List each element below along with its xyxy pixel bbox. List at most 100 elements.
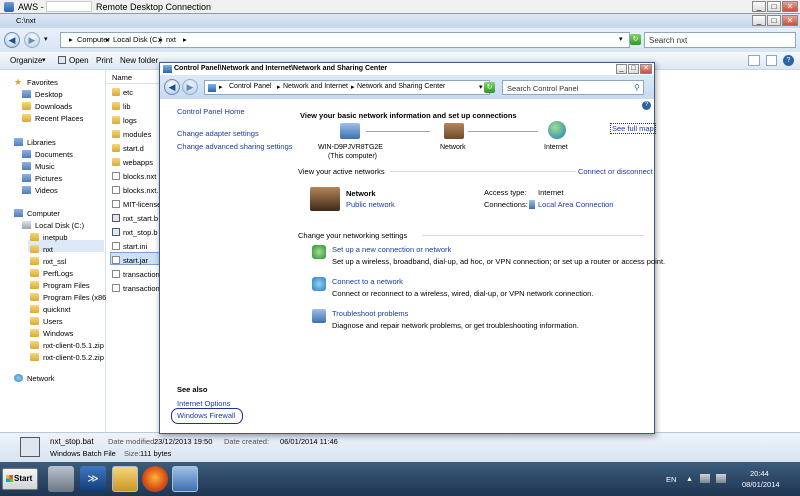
nav-folder-quicknxt[interactable]: quicknxt xyxy=(30,303,71,315)
nav-folder-nxt[interactable]: nxt xyxy=(30,243,53,255)
explorer-close-button[interactable]: ✕ xyxy=(782,15,798,26)
address-dropdown-icon[interactable]: ▾ xyxy=(619,35,623,43)
local-area-connection-link[interactable]: Local Area Connection xyxy=(538,200,613,209)
breadcrumb-local-disk[interactable]: Local Disk (C:) xyxy=(113,35,162,44)
powershell-icon[interactable]: ≫ xyxy=(80,466,106,492)
open-button[interactable]: Open xyxy=(69,56,89,65)
language-indicator[interactable]: EN xyxy=(666,475,676,484)
explorer-maximize-button[interactable]: □ xyxy=(767,15,781,26)
list-item[interactable]: transaction xyxy=(112,268,160,280)
file-explorer-taskbar-icon[interactable] xyxy=(112,466,138,492)
nav-pictures[interactable]: Pictures xyxy=(22,172,62,184)
explorer-minimize-button[interactable]: _ xyxy=(752,15,766,26)
list-item[interactable]: etc xyxy=(112,86,160,98)
control-panel-home-link[interactable]: Control Panel Home xyxy=(177,107,245,116)
help-icon[interactable]: ? xyxy=(783,55,794,66)
column-header-name[interactable]: Name xyxy=(106,70,160,84)
troubleshoot-problems-link[interactable]: Troubleshoot problems xyxy=(332,309,408,318)
print-button[interactable]: Print xyxy=(96,56,112,65)
setup-new-connection-link[interactable]: Set up a new connection or network xyxy=(332,245,451,254)
breadcrumb-computer[interactable]: Computer xyxy=(77,35,110,44)
cp-minimize-button[interactable]: _ xyxy=(616,64,627,74)
rdc-maximize-button[interactable]: □ xyxy=(767,1,781,12)
rdc-minimize-button[interactable]: _ xyxy=(752,1,766,12)
nav-videos[interactable]: Videos xyxy=(22,184,58,196)
tray-speaker-icon[interactable] xyxy=(716,474,726,483)
cp-refresh-icon[interactable]: ↻ xyxy=(484,82,495,93)
nav-recent-places[interactable]: Recent Places xyxy=(22,112,83,124)
nav-zip-052[interactable]: nxt-client-0.5.2.zip xyxy=(30,351,104,363)
list-item[interactable]: nxt_start.b xyxy=(112,212,160,224)
cp-forward-button[interactable]: ▶ xyxy=(182,79,198,95)
windows-firewall-link[interactable]: Windows Firewall xyxy=(177,411,235,420)
breadcrumb-network-internet[interactable]: Network and Internet xyxy=(283,83,348,90)
cp-help-icon[interactable]: ? xyxy=(642,101,651,110)
nav-computer[interactable]: Computer xyxy=(14,207,60,219)
cp-search-input[interactable]: Search Control Panel xyxy=(502,80,644,95)
list-item[interactable]: MIT-license xyxy=(112,198,160,210)
control-panel-taskbar-icon[interactable] xyxy=(172,466,198,492)
list-item[interactable]: logs xyxy=(112,114,160,126)
nav-favorites[interactable]: ★ Favorites xyxy=(14,76,58,88)
nav-music[interactable]: Music xyxy=(22,160,55,172)
breadcrumb-control-panel[interactable]: Control Panel xyxy=(229,83,271,90)
nav-folder-perflogs[interactable]: PerfLogs xyxy=(30,267,73,279)
nav-local-disk[interactable]: Local Disk (C:) xyxy=(22,219,84,231)
nav-folder-program-files[interactable]: Program Files xyxy=(30,279,90,291)
change-adapter-settings-link[interactable]: Change adapter settings xyxy=(177,129,259,138)
view-options-icon[interactable] xyxy=(748,55,760,66)
organize-button[interactable]: Organize xyxy=(10,56,42,65)
nav-folder-nxt-ssl[interactable]: nxt_ssl xyxy=(30,255,66,267)
nav-documents[interactable]: Documents xyxy=(22,148,73,160)
cp-close-button[interactable]: ✕ xyxy=(640,64,652,74)
nav-zip-051[interactable]: nxt-client-0.5.1.zip xyxy=(30,339,104,351)
list-item[interactable]: webapps xyxy=(112,156,160,168)
connect-to-network-link[interactable]: Connect to a network xyxy=(332,277,403,286)
connect-or-disconnect-link[interactable]: Connect or disconnect xyxy=(578,167,653,176)
new-folder-button[interactable]: New folder xyxy=(120,56,158,65)
breadcrumb-network-sharing-center[interactable]: Network and Sharing Center xyxy=(357,83,445,90)
cp-back-button[interactable]: ◀ xyxy=(164,79,180,95)
nav-folder-windows[interactable]: Windows xyxy=(30,327,73,339)
explorer-search-input[interactable]: Search nxt xyxy=(644,32,796,48)
clock-date[interactable]: 08/01/2014 xyxy=(742,480,780,489)
clock-time[interactable]: 20:44 xyxy=(750,469,769,478)
internet-options-link[interactable]: Internet Options xyxy=(177,399,230,408)
list-item[interactable]: blocks.nxt xyxy=(112,170,160,182)
tray-network-icon[interactable] xyxy=(700,474,710,483)
search-icon[interactable]: ⚲ xyxy=(634,83,640,92)
cp-address-dropdown-icon[interactable]: ▾ xyxy=(479,83,483,91)
back-button[interactable]: ◀ xyxy=(4,32,20,48)
nav-desktop[interactable]: Desktop xyxy=(22,88,63,100)
list-item[interactable]: start.jar xyxy=(112,254,160,266)
public-network-link[interactable]: Public network xyxy=(346,200,395,209)
nav-folder-program-files-x86[interactable]: Program Files (x86) xyxy=(30,291,109,303)
list-item[interactable]: start.ini xyxy=(112,240,160,252)
firefox-icon[interactable] xyxy=(142,466,168,492)
preview-pane-icon[interactable] xyxy=(766,55,777,66)
cp-address-input[interactable]: ▸ Control Panel ▸ Network and Internet ▸… xyxy=(204,80,490,95)
nav-libraries[interactable]: Libraries xyxy=(14,136,56,148)
list-item-selected[interactable]: nxt_stop.b xyxy=(112,226,160,238)
list-item[interactable]: lib xyxy=(112,100,160,112)
start-button[interactable]: Start xyxy=(2,468,38,490)
list-item[interactable]: modules xyxy=(112,128,160,140)
nav-downloads[interactable]: Downloads xyxy=(22,100,72,112)
list-item[interactable]: blocks.nxt. xyxy=(112,184,160,196)
rdc-close-button[interactable]: ✕ xyxy=(782,1,798,12)
breadcrumb-nxt[interactable]: nxt xyxy=(166,35,176,44)
cp-maximize-button[interactable]: □ xyxy=(628,64,639,74)
nav-network[interactable]: Network xyxy=(14,372,55,384)
server-manager-icon[interactable] xyxy=(48,466,74,492)
see-full-map-link[interactable]: See full map xyxy=(610,123,656,134)
list-item[interactable]: start.d xyxy=(112,142,160,154)
list-item[interactable]: transaction xyxy=(112,282,160,294)
explorer-address-input[interactable]: ▸ Computer ▸ Local Disk (C:) ▸ nxt ▸ ▾ xyxy=(60,32,630,48)
nav-folder-users[interactable]: Users xyxy=(30,315,63,327)
recent-pages-chevron-icon[interactable]: ▾ xyxy=(44,35,48,43)
nav-folder-inetpub[interactable]: inetpub xyxy=(30,231,68,243)
show-hidden-icons-icon[interactable]: ▲ xyxy=(686,476,693,483)
refresh-icon[interactable]: ↻ xyxy=(630,34,641,45)
change-advanced-sharing-link[interactable]: Change advanced sharing settings xyxy=(177,142,293,151)
forward-button[interactable]: ▶ xyxy=(24,32,40,48)
